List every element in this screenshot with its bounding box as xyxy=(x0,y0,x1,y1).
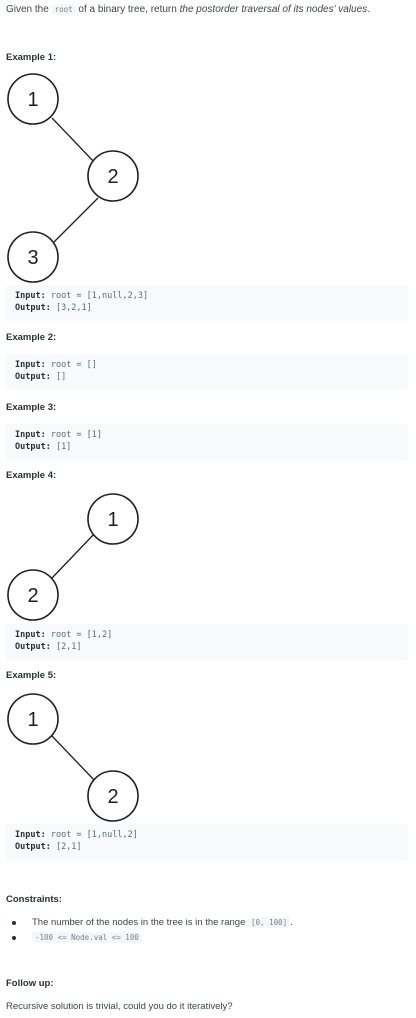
example-5-tree-diagram: 1 2 xyxy=(7,693,139,822)
tree-edge xyxy=(53,197,99,243)
tree-edge xyxy=(51,735,97,783)
output-label: Output: xyxy=(15,642,51,652)
input-label: Input: xyxy=(15,630,46,640)
follow-up-text: Recursive solution is trivial, could you… xyxy=(6,1001,233,1012)
constraints-heading: Constraints: xyxy=(6,894,62,905)
output-label: Output: xyxy=(15,372,51,382)
tree-node: 2 xyxy=(7,569,59,621)
intro-emphasis: the postorder traversal of its nodes' va… xyxy=(179,4,368,15)
input-label: Input: xyxy=(15,830,46,840)
bullet-icon xyxy=(12,921,16,925)
tree-edge xyxy=(51,531,97,579)
constraint-text: The number of the nodes in the tree is i… xyxy=(32,917,248,928)
tree-node: 1 xyxy=(87,493,139,545)
tree-node: 1 xyxy=(7,73,59,125)
node-label: 2 xyxy=(107,166,118,188)
node-label: 1 xyxy=(27,709,38,731)
tree-node: 2 xyxy=(87,150,139,202)
example-4-tree-diagram: 1 2 xyxy=(7,493,139,621)
constraint-suffix: . xyxy=(290,917,293,928)
output-value: [2,1] xyxy=(50,842,82,852)
input-value: root = [1,2] xyxy=(45,630,113,640)
example-2-code-block: Input: root = [] Output: [] xyxy=(6,354,408,390)
intro-suffix: . xyxy=(367,4,370,15)
output-value: [3,2,1] xyxy=(50,303,92,313)
tree-edge xyxy=(51,117,97,165)
example-1-code-block: Input: root = [1,null,2,3] Output: [3,2,… xyxy=(6,285,408,321)
intro-prefix: Given the xyxy=(6,4,52,15)
example-1-tree-diagram: 1 2 3 xyxy=(7,73,139,283)
intro-middle: of a binary tree, return xyxy=(75,4,180,15)
example-5-heading: Example 5: xyxy=(6,670,57,681)
tree-node: 1 xyxy=(7,693,59,745)
example-4-heading: Example 4: xyxy=(6,470,57,481)
example-3-code-block: Input: root = [1] Output: [1] xyxy=(6,424,408,460)
node-label: 2 xyxy=(27,585,38,607)
example-1-heading: Example 1: xyxy=(6,52,57,63)
range-code: [0, 100] xyxy=(248,917,291,928)
input-label: Input: xyxy=(15,360,46,370)
output-value: [1] xyxy=(50,442,72,452)
input-label: Input: xyxy=(15,430,46,440)
node-label: 1 xyxy=(27,89,38,111)
input-value: root = [] xyxy=(45,360,97,370)
value-range-code: -100 <= Node.val <= 100 xyxy=(32,932,142,943)
node-label: 2 xyxy=(107,786,118,808)
input-value: root = [1,null,2] xyxy=(45,830,138,840)
output-label: Output: xyxy=(15,303,51,313)
root-code: root xyxy=(51,4,76,15)
input-value: root = [1] xyxy=(45,430,103,440)
follow-up-heading: Follow up: xyxy=(6,978,54,989)
tree-node: 3 xyxy=(7,231,59,283)
node-label: 1 xyxy=(107,509,118,531)
output-label: Output: xyxy=(15,442,51,452)
bullet-icon xyxy=(12,936,16,940)
example-4-code-block: Input: root = [1,2] Output: [2,1] xyxy=(6,624,408,660)
tree-node: 2 xyxy=(87,770,139,822)
example-3-heading: Example 3: xyxy=(6,402,57,413)
output-label: Output: xyxy=(15,842,51,852)
output-value: [] xyxy=(50,372,67,382)
input-label: Input: xyxy=(15,291,46,301)
example-5-code-block: Input: root = [1,null,2] Output: [2,1] xyxy=(6,824,408,860)
constraints-list: The number of the nodes in the tree is i… xyxy=(10,917,410,947)
example-2-heading: Example 2: xyxy=(6,332,57,343)
input-value: root = [1,null,2,3] xyxy=(45,291,149,301)
problem-statement: Given the root of a binary tree, return … xyxy=(6,4,370,15)
output-value: [2,1] xyxy=(50,642,82,652)
node-label: 3 xyxy=(27,247,38,269)
